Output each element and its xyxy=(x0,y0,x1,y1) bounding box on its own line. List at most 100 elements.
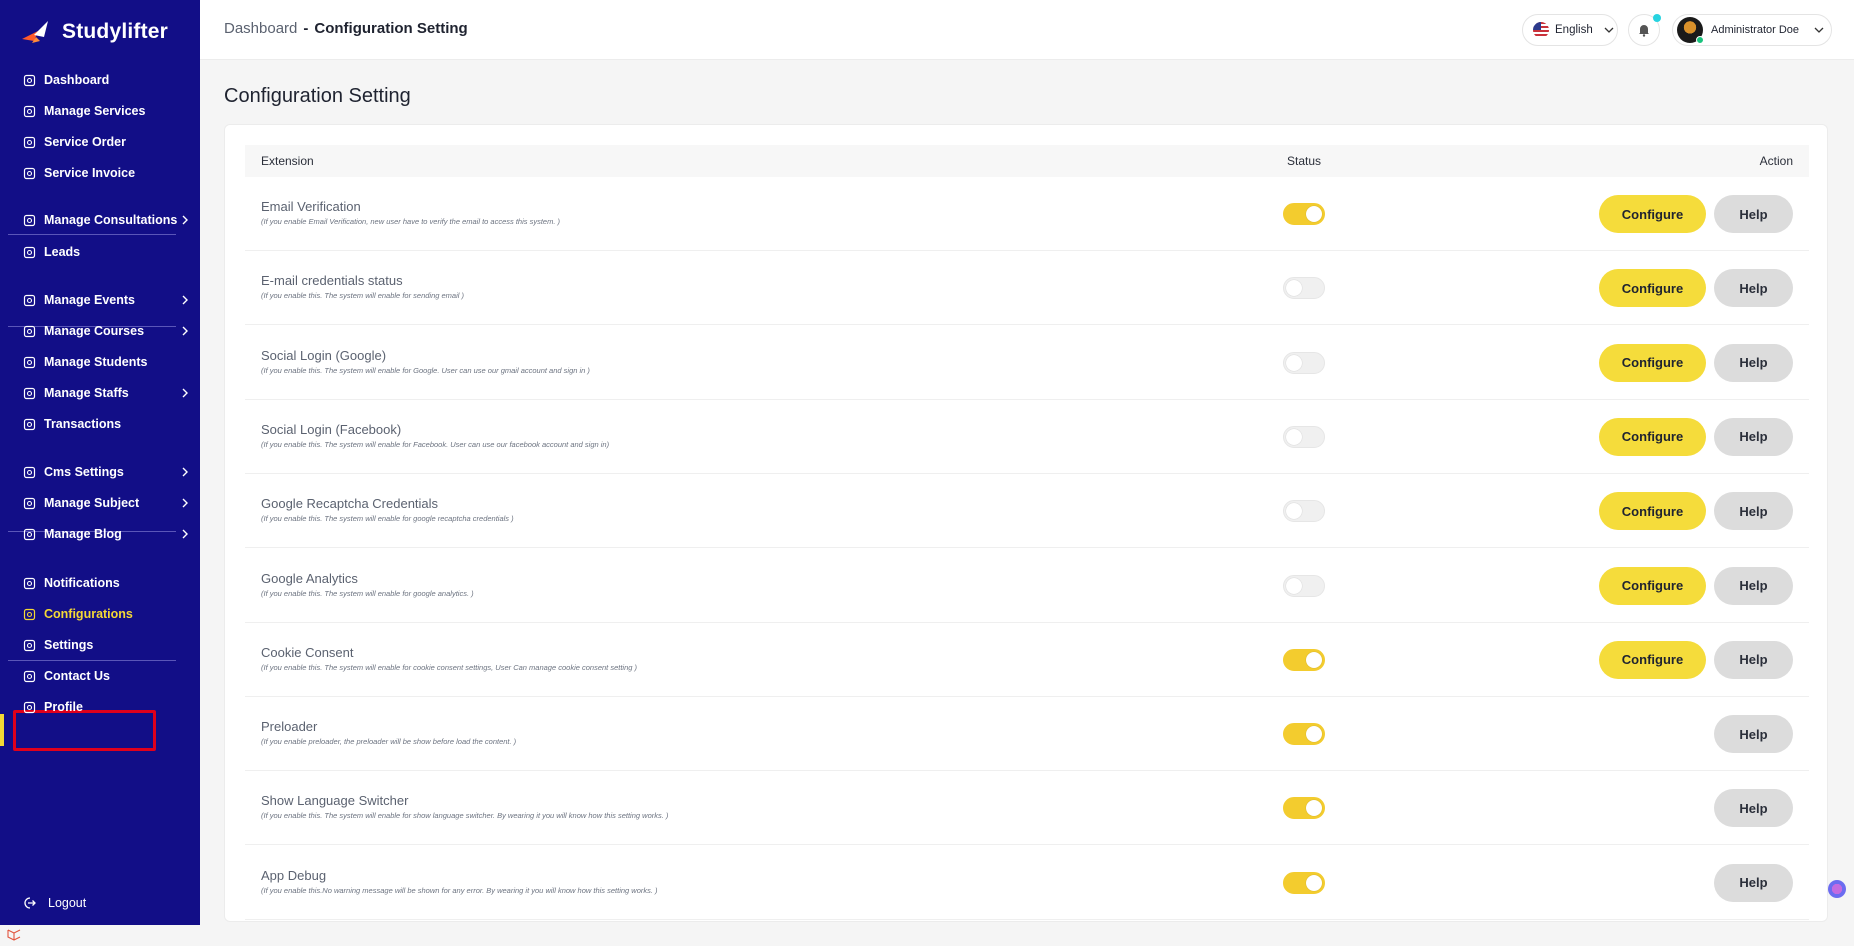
breadcrumb-current: Configuration Setting xyxy=(314,20,468,37)
invoice-icon xyxy=(22,166,36,180)
calendar-icon xyxy=(22,293,36,307)
configure-button[interactable]: Configure xyxy=(1599,566,1706,605)
language-label: English xyxy=(1555,24,1593,36)
notification-button[interactable] xyxy=(1628,14,1661,46)
sidebar-item-label: Leads xyxy=(44,245,81,259)
sidebar-item-label: Manage Events xyxy=(44,293,136,307)
table-row: App Debug (If you enable this.No warning … xyxy=(245,846,1809,920)
sidebar-item-service-invoice[interactable]: Service Invoice xyxy=(12,158,192,188)
brand-logo[interactable]: Studylifter xyxy=(20,16,168,48)
toggle-knob xyxy=(1286,428,1302,445)
contact-icon xyxy=(22,669,36,683)
status-toggle[interactable] xyxy=(1283,797,1325,820)
extension-description: (If you enable this. The system will ena… xyxy=(261,439,610,449)
avatar xyxy=(1677,17,1704,44)
status-toggle[interactable] xyxy=(1283,648,1325,671)
status-toggle[interactable] xyxy=(1283,500,1325,523)
help-button[interactable]: Help xyxy=(1714,343,1793,382)
sidebar-item-manage-consultations[interactable]: Manage Consultations xyxy=(12,205,192,235)
status-toggle[interactable] xyxy=(1283,425,1325,448)
sidebar-item-configurations[interactable]: Configurations xyxy=(12,599,192,629)
user-icon xyxy=(22,700,36,714)
sidebar-item-label: Settings xyxy=(44,638,94,652)
help-button[interactable]: Help xyxy=(1714,269,1793,308)
help-button[interactable]: Help xyxy=(1714,195,1793,233)
sidebar-item-cms-settings[interactable]: Cms Settings xyxy=(12,457,192,487)
status-toggle[interactable] xyxy=(1283,574,1325,597)
extension-description: (If you enable this. The system will ena… xyxy=(261,811,669,821)
configure-button[interactable]: Configure xyxy=(1599,195,1706,233)
status-toggle[interactable] xyxy=(1283,203,1325,225)
status-toggle[interactable] xyxy=(1283,871,1325,894)
grid-icon xyxy=(22,73,36,87)
configure-button[interactable]: Configure xyxy=(1599,269,1706,308)
language-selector[interactable]: English xyxy=(1522,14,1618,46)
help-button[interactable]: Help xyxy=(1714,789,1793,828)
brand-name: Studylifter xyxy=(62,20,169,43)
status-toggle[interactable] xyxy=(1283,277,1325,300)
configure-button[interactable]: Configure xyxy=(1599,417,1706,456)
toggle-knob xyxy=(1286,354,1302,371)
settings-icon xyxy=(22,638,36,652)
sidebar-item-contact-us[interactable]: Contact Us xyxy=(12,661,192,691)
assistant-floating-icon[interactable] xyxy=(1828,880,1846,898)
sidebar: Studylifter Dashboard Manage Services Serv… xyxy=(0,0,200,925)
sidebar-item-leads[interactable]: Leads xyxy=(12,237,192,267)
extension-description: (If you enable this. The system will ena… xyxy=(261,514,514,524)
book-icon xyxy=(22,496,36,510)
services-icon xyxy=(22,104,36,118)
chevron-right-icon xyxy=(178,213,192,227)
help-button[interactable]: Help xyxy=(1714,492,1793,531)
page-title: Configuration Setting xyxy=(224,85,411,107)
help-button[interactable]: Help xyxy=(1714,566,1793,605)
column-header-action: Action xyxy=(1759,154,1793,168)
sidebar-item-logout[interactable]: Logout xyxy=(12,888,192,918)
user-name: Administrator Doe xyxy=(1711,24,1800,36)
sidebar-item-label: Manage Blog xyxy=(44,527,122,541)
status-toggle[interactable] xyxy=(1283,351,1325,374)
toggle-knob xyxy=(1306,800,1322,817)
bell-icon xyxy=(1639,25,1649,37)
sidebar-item-manage-events[interactable]: Manage Events xyxy=(12,285,192,315)
configure-button[interactable]: Configure xyxy=(1599,492,1706,531)
breadcrumb-dashboard[interactable]: Dashboard xyxy=(224,20,297,37)
sidebar-item-manage-blog[interactable]: Manage Blog xyxy=(12,519,192,549)
user-menu[interactable]: Administrator Doe xyxy=(1672,14,1832,46)
table-row: Social Login (Google) (If you enable this… xyxy=(245,326,1809,400)
staff-icon xyxy=(22,386,36,400)
sidebar-item-label: Logout xyxy=(48,896,87,910)
extension-title: Google Analytics xyxy=(261,570,358,586)
transaction-icon xyxy=(22,417,36,431)
configure-button[interactable]: Configure xyxy=(1599,343,1706,382)
active-indicator xyxy=(0,714,4,746)
sidebar-item-manage-services[interactable]: Manage Services xyxy=(12,96,192,126)
sidebar-item-profile[interactable]: Profile xyxy=(12,692,192,722)
sidebar-item-manage-students[interactable]: Manage Students xyxy=(12,347,192,377)
sidebar-item-manage-courses[interactable]: Manage Courses xyxy=(12,316,192,346)
sidebar-item-settings[interactable]: Settings xyxy=(12,630,192,660)
table-row: Show Language Switcher (If you enable thi… xyxy=(245,771,1809,846)
sidebar-item-manage-subject[interactable]: Manage Subject xyxy=(12,488,192,518)
sidebar-item-manage-staffs[interactable]: Manage Staffs xyxy=(12,378,192,408)
extension-title: Google Recaptcha Credentials xyxy=(261,496,439,512)
table-row: Google Recaptcha Credentials (If you enab… xyxy=(245,474,1809,549)
logout-icon xyxy=(22,896,36,910)
configure-button[interactable]: Configure xyxy=(1599,640,1706,679)
sidebar-item-service-order[interactable]: Service Order xyxy=(12,127,192,157)
sidebar-item-transactions[interactable]: Transactions xyxy=(12,409,192,439)
extension-title: Social Login (Google) xyxy=(261,347,387,363)
extension-title: Email Verification xyxy=(261,199,361,214)
chevron-right-icon xyxy=(178,293,192,307)
sidebar-item-notifications[interactable]: Notifications xyxy=(12,568,192,598)
extension-title: App Debug xyxy=(261,867,327,883)
toggle-knob xyxy=(1306,206,1322,222)
help-button[interactable]: Help xyxy=(1714,715,1793,754)
sidebar-item-dashboard[interactable]: Dashboard xyxy=(12,65,192,95)
sidebar-item-label: Service Invoice xyxy=(44,166,136,180)
help-button[interactable]: Help xyxy=(1714,863,1793,902)
status-toggle[interactable] xyxy=(1283,723,1325,746)
sidebar-item-label: Notifications xyxy=(44,576,120,590)
help-button[interactable]: Help xyxy=(1714,417,1793,456)
help-button[interactable]: Help xyxy=(1714,640,1793,679)
table-row: Cookie Consent (If you enable this. The s… xyxy=(245,623,1809,697)
